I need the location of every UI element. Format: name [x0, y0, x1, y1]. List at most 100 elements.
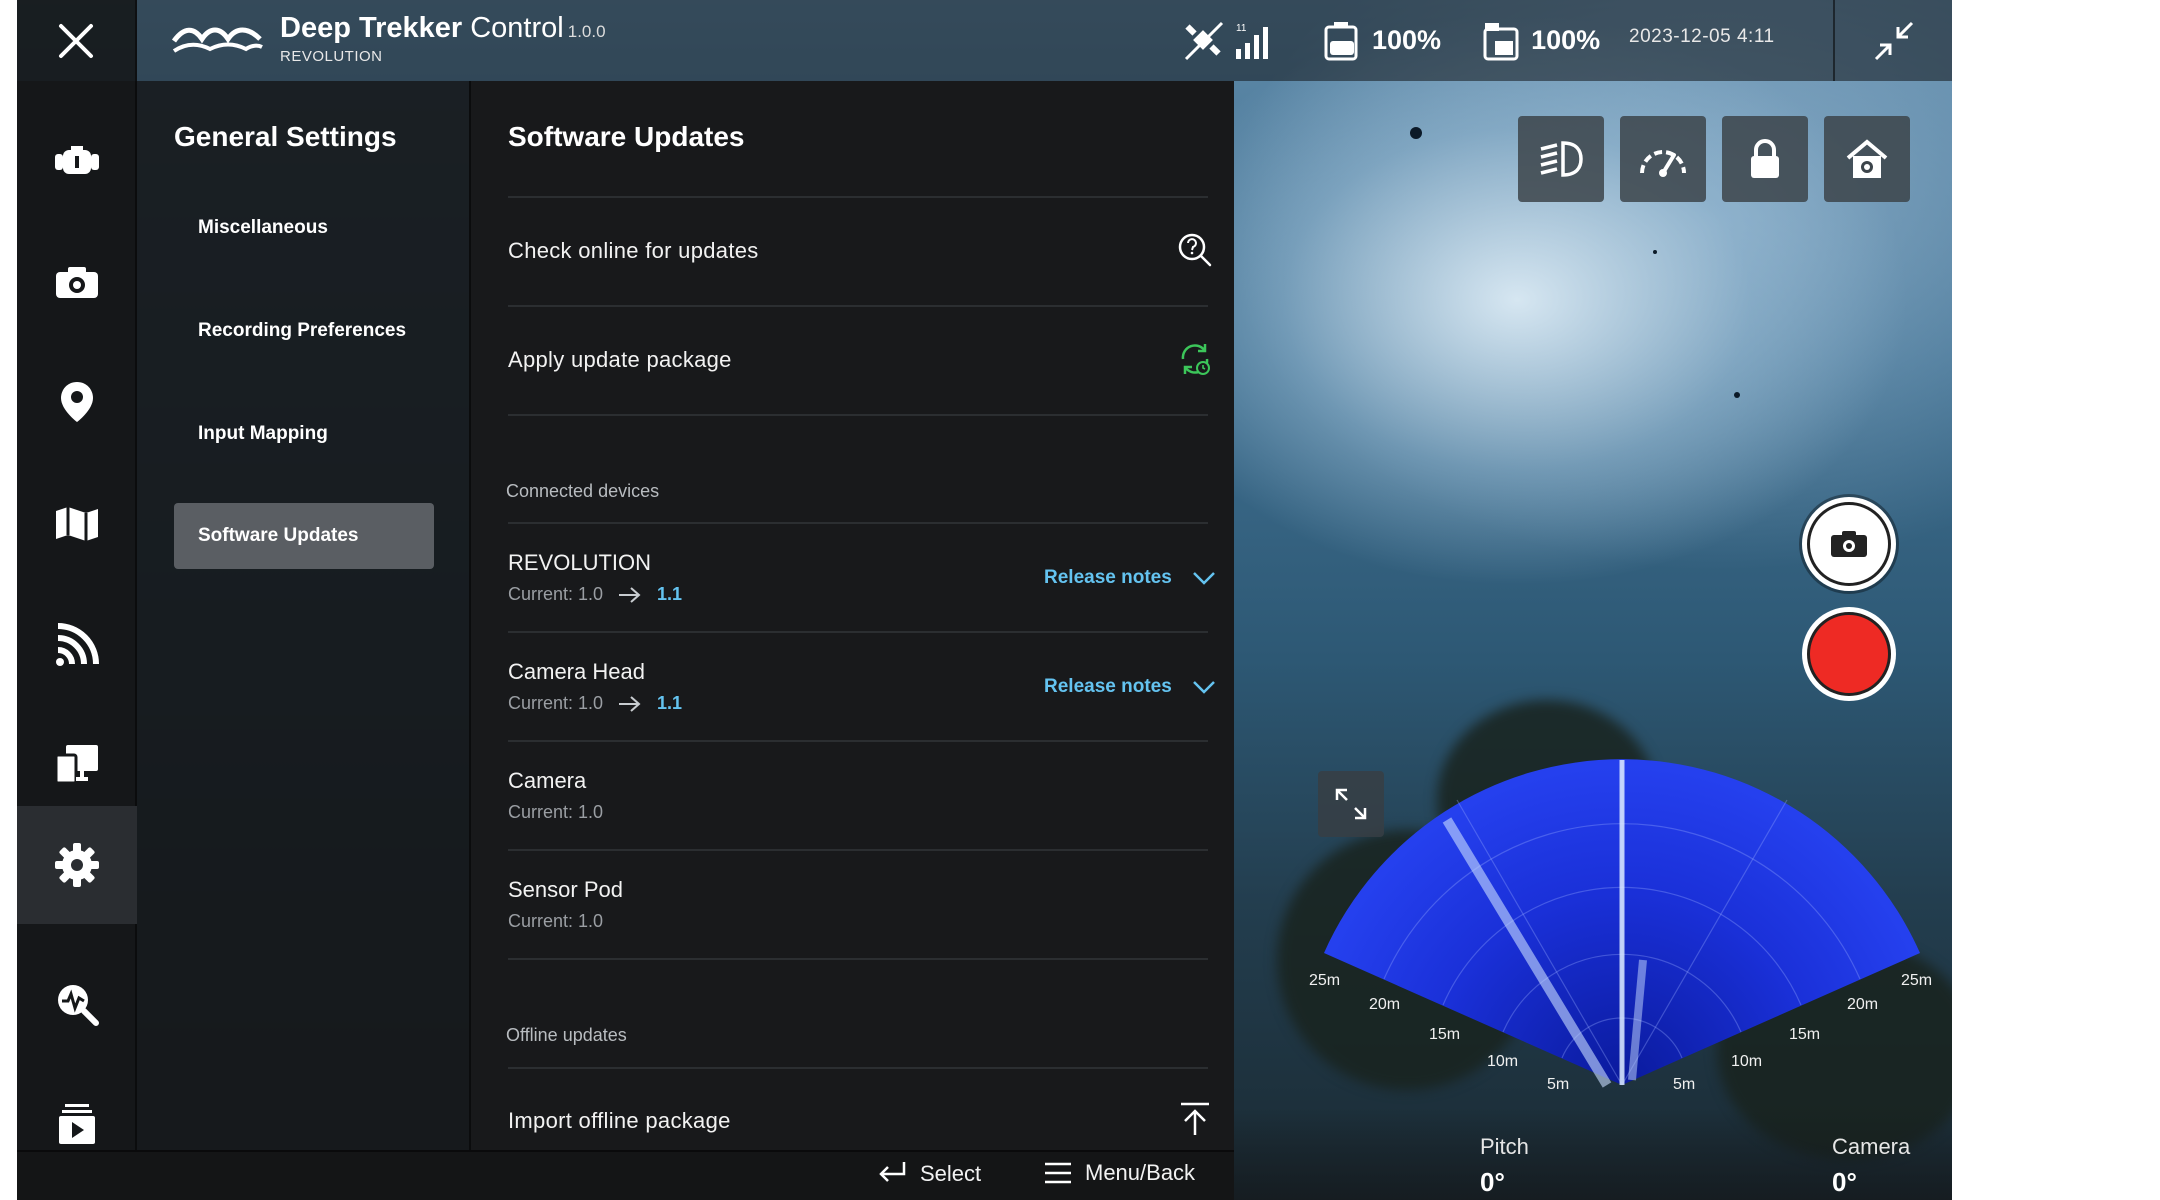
nav-sonar[interactable]	[17, 585, 137, 703]
camera-angle-value: 0°	[1832, 1167, 1857, 1197]
particle	[1734, 392, 1740, 398]
nav-camera[interactable]	[17, 223, 137, 341]
menu-back-hint[interactable]: Menu/Back	[1043, 1160, 1195, 1186]
expand-sonar-button[interactable]	[1318, 771, 1384, 837]
divider	[508, 958, 1208, 960]
divider	[508, 849, 1208, 851]
lights-button[interactable]	[1518, 116, 1604, 202]
sonar-range-label: 25m	[1309, 972, 1340, 989]
lock-button[interactable]	[1722, 116, 1808, 202]
particle	[1653, 250, 1657, 254]
expand-icon	[1335, 788, 1367, 820]
controller-battery-icon	[1324, 21, 1358, 60]
divider	[508, 305, 1208, 307]
divider	[508, 740, 1208, 742]
release-notes-label: Release notes	[1044, 567, 1172, 588]
settings-item-miscellaneous[interactable]: Miscellaneous	[174, 195, 434, 261]
import-offline-label[interactable]: Import offline package	[508, 1108, 731, 1134]
collapse-button[interactable]	[1833, 0, 1952, 81]
sonar-range-label: 5m	[1547, 1076, 1569, 1093]
record-button[interactable]	[1802, 607, 1896, 701]
lock-icon	[1751, 139, 1779, 178]
hamburger-menu-icon	[1045, 1162, 1071, 1184]
release-notes-label: Release notes	[1044, 676, 1172, 697]
device-name: Camera Head	[508, 659, 645, 684]
nav-diagnostics[interactable]	[17, 945, 137, 1063]
sonar-range-label: 25m	[1901, 972, 1932, 989]
sonar-display: 25m 20m 15m 10m 5m 25m 20m 15m 10m 5m	[1309, 759, 1932, 1093]
top-bar: Deep Trekker Control1.0.0 REVOLUTION 11	[17, 0, 1952, 81]
connected-devices-label: Connected devices	[506, 481, 660, 501]
select-hint[interactable]: Select	[876, 1160, 981, 1188]
headlights-icon	[1540, 141, 1583, 177]
deep-trekker-logo	[172, 27, 263, 53]
controller-battery-level: 100%	[1372, 25, 1442, 55]
sonar-icon	[56, 623, 99, 666]
current-version: Current: 1.0	[508, 693, 604, 713]
media-library-icon	[59, 1104, 95, 1144]
select-label: Select	[920, 1161, 982, 1186]
menu-back-label: Menu/Back	[1085, 1160, 1196, 1185]
sonar-range-label: 20m	[1369, 996, 1400, 1013]
map-icon	[56, 507, 98, 541]
settings-item-recording-preferences[interactable]: Recording Preferences	[174, 298, 434, 364]
arrow-right-icon	[619, 586, 641, 603]
device-version: Current: 1.0	[508, 802, 603, 823]
nav-location[interactable]	[17, 343, 137, 461]
left-nav	[17, 81, 137, 1150]
apply-update-icon[interactable]	[1177, 341, 1213, 377]
settings-title: General Settings	[174, 121, 397, 152]
sonar-range-label: 20m	[1847, 996, 1878, 1013]
vehicle-icon	[55, 146, 99, 174]
sonar-range-label: 10m	[1731, 1053, 1762, 1070]
vehicle-battery-level: 100%	[1531, 25, 1601, 55]
apply-package-label[interactable]: Apply update package	[508, 347, 732, 373]
settings-item-input-mapping[interactable]: Input Mapping	[174, 401, 434, 467]
pitch-label: Pitch	[1480, 1134, 1529, 1159]
new-version: 1.1	[657, 693, 683, 713]
speed-button[interactable]	[1620, 116, 1706, 202]
current-version: Current: 1.0	[508, 584, 604, 604]
nav-settings[interactable]	[17, 806, 137, 924]
close-icon	[59, 23, 93, 58]
brand-product: Control	[470, 12, 564, 44]
device-name: REVOLUTION	[508, 550, 652, 575]
divider	[508, 1067, 1208, 1069]
sonar-range-label: 15m	[1429, 1026, 1460, 1043]
take-photo-button[interactable]	[1802, 497, 1896, 591]
gear-icon	[55, 843, 99, 887]
gps-off-icon	[1184, 21, 1224, 60]
arrow-right-icon	[619, 695, 641, 712]
camera-angle-label: Camera	[1832, 1134, 1911, 1159]
settings-item-software-updates[interactable]: Software Updates	[174, 503, 434, 569]
bottom-bar: Select Menu/Back	[17, 1150, 1234, 1200]
chevron-down-icon	[1192, 681, 1215, 694]
release-notes-toggle[interactable]: Release notes	[1044, 567, 1216, 589]
enter-icon	[879, 1162, 906, 1182]
nav-map[interactable]	[17, 465, 137, 583]
sonar-range-label: 10m	[1487, 1053, 1518, 1070]
app-window: Deep Trekker Control1.0.0 REVOLUTION 11	[17, 0, 1952, 1200]
close-button[interactable]	[17, 0, 137, 81]
brand: Deep Trekker Control 1.0.0 REVOLUTION	[172, 10, 606, 65]
page-title: Software Updates	[508, 121, 745, 152]
camera-home-button[interactable]	[1824, 116, 1910, 202]
divider	[508, 631, 1208, 633]
status-area: 11 100% 100%	[1182, 0, 1600, 81]
record-icon	[1807, 612, 1891, 696]
settings-menu: General Settings Miscellaneous Recording…	[137, 81, 471, 1150]
app-version: 1.0.0	[567, 22, 606, 41]
upload-icon[interactable]	[1177, 1101, 1213, 1137]
chevron-down-icon	[1192, 572, 1215, 585]
search-update-icon[interactable]	[1177, 232, 1213, 268]
brand-name: Deep Trekker	[280, 12, 463, 44]
signal-icon: 11	[1236, 23, 1268, 59]
device-name: REVOLUTION	[280, 48, 383, 65]
datetime: 2023-12-05 4:11	[1629, 26, 1775, 47]
divider	[508, 414, 1208, 416]
sonar-range-label: 15m	[1789, 1026, 1820, 1043]
software-updates-panel: Software Updates Check online for update…	[471, 81, 1234, 1150]
device-version: Current: 1.0 1.1	[508, 584, 682, 605]
nav-vehicle[interactable]	[17, 103, 137, 221]
release-notes-toggle[interactable]: Release notes	[1044, 676, 1216, 698]
